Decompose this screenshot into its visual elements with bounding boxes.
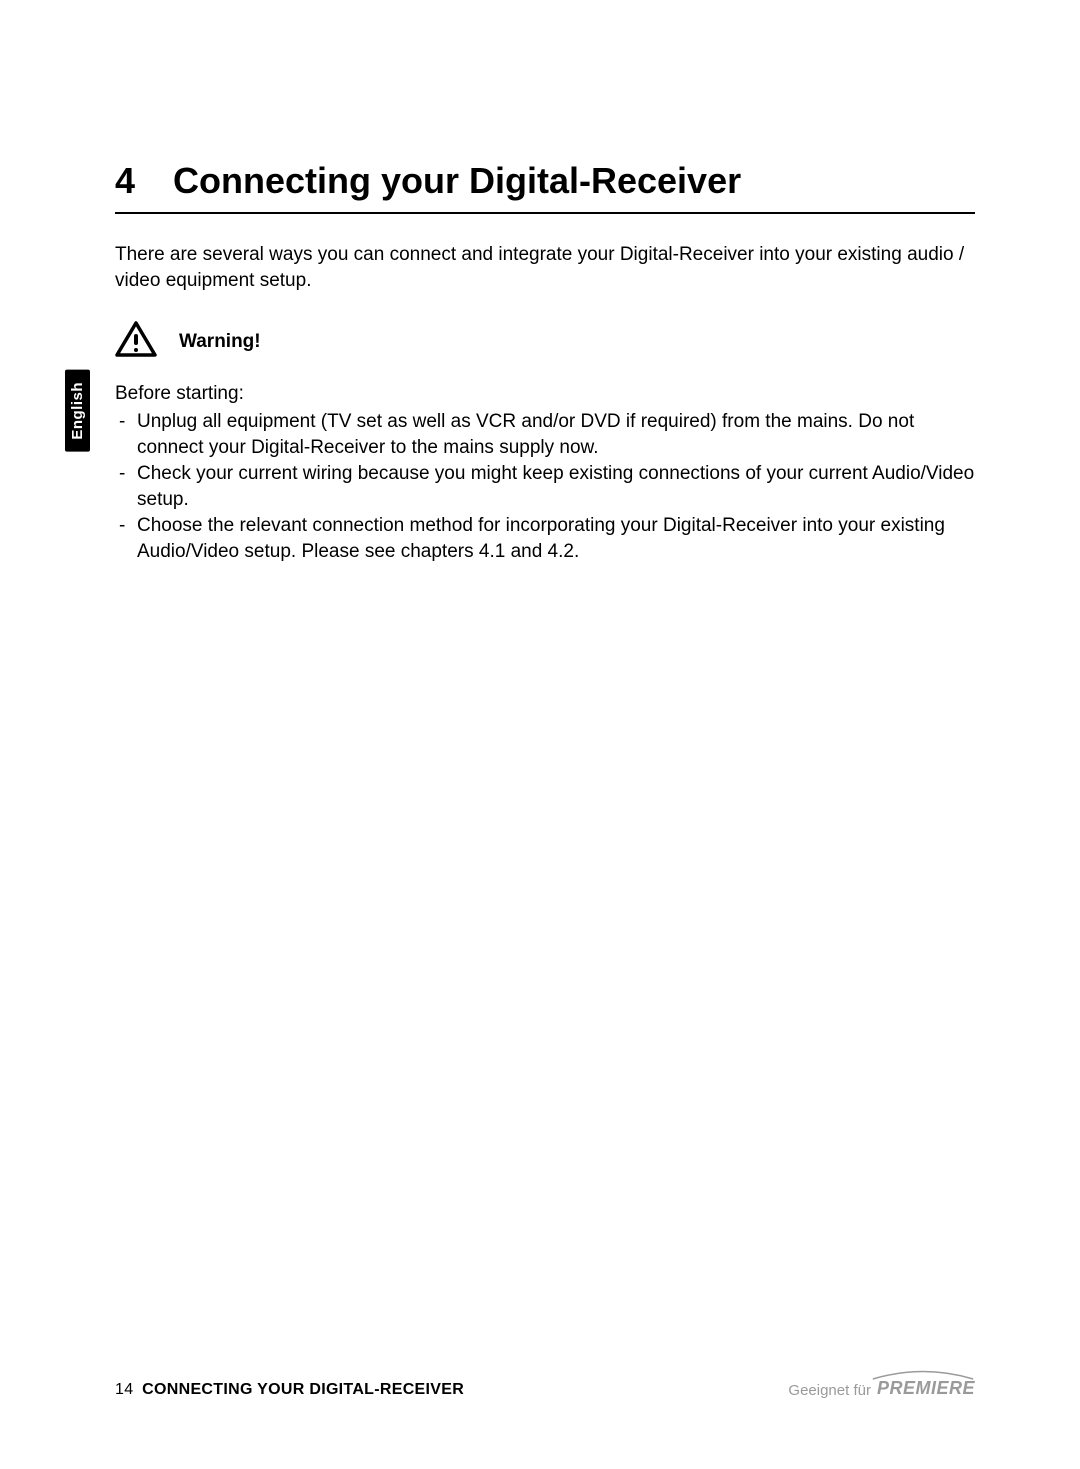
- premiere-logo: PREMIERE: [871, 1368, 975, 1399]
- bullet-list: Unplug all equipment (TV set as well as …: [115, 409, 975, 565]
- document-page: English 4 Connecting your Digital-Receiv…: [0, 0, 1080, 1469]
- warning-label: Warning!: [179, 331, 261, 353]
- footer-right: Geeignet für PREMIERE: [788, 1368, 975, 1399]
- language-tab: English: [65, 370, 90, 452]
- list-item: Unplug all equipment (TV set as well as …: [115, 409, 975, 460]
- warning-icon: [115, 321, 157, 363]
- suitable-for-text: Geeignet für: [788, 1382, 871, 1399]
- chapter-number: 4: [115, 160, 173, 202]
- warning-block: Warning!: [115, 321, 975, 363]
- chapter-title: Connecting your Digital-Receiver: [173, 160, 741, 202]
- page-footer: 14 CONNECTING YOUR DIGITAL-RECEIVER Geei…: [115, 1368, 975, 1399]
- intro-paragraph: There are several ways you can connect a…: [115, 242, 975, 293]
- chapter-heading: 4 Connecting your Digital-Receiver: [115, 160, 975, 214]
- before-starting-text: Before starting:: [115, 381, 975, 407]
- list-item: Check your current wiring because you mi…: [115, 461, 975, 512]
- footer-left: 14 CONNECTING YOUR DIGITAL-RECEIVER: [115, 1381, 464, 1399]
- footer-section-title: CONNECTING YOUR DIGITAL-RECEIVER: [142, 1381, 464, 1398]
- page-number: 14: [115, 1381, 133, 1398]
- list-item: Choose the relevant connection method fo…: [115, 513, 975, 564]
- premiere-brand-text: PREMIERE: [877, 1378, 975, 1398]
